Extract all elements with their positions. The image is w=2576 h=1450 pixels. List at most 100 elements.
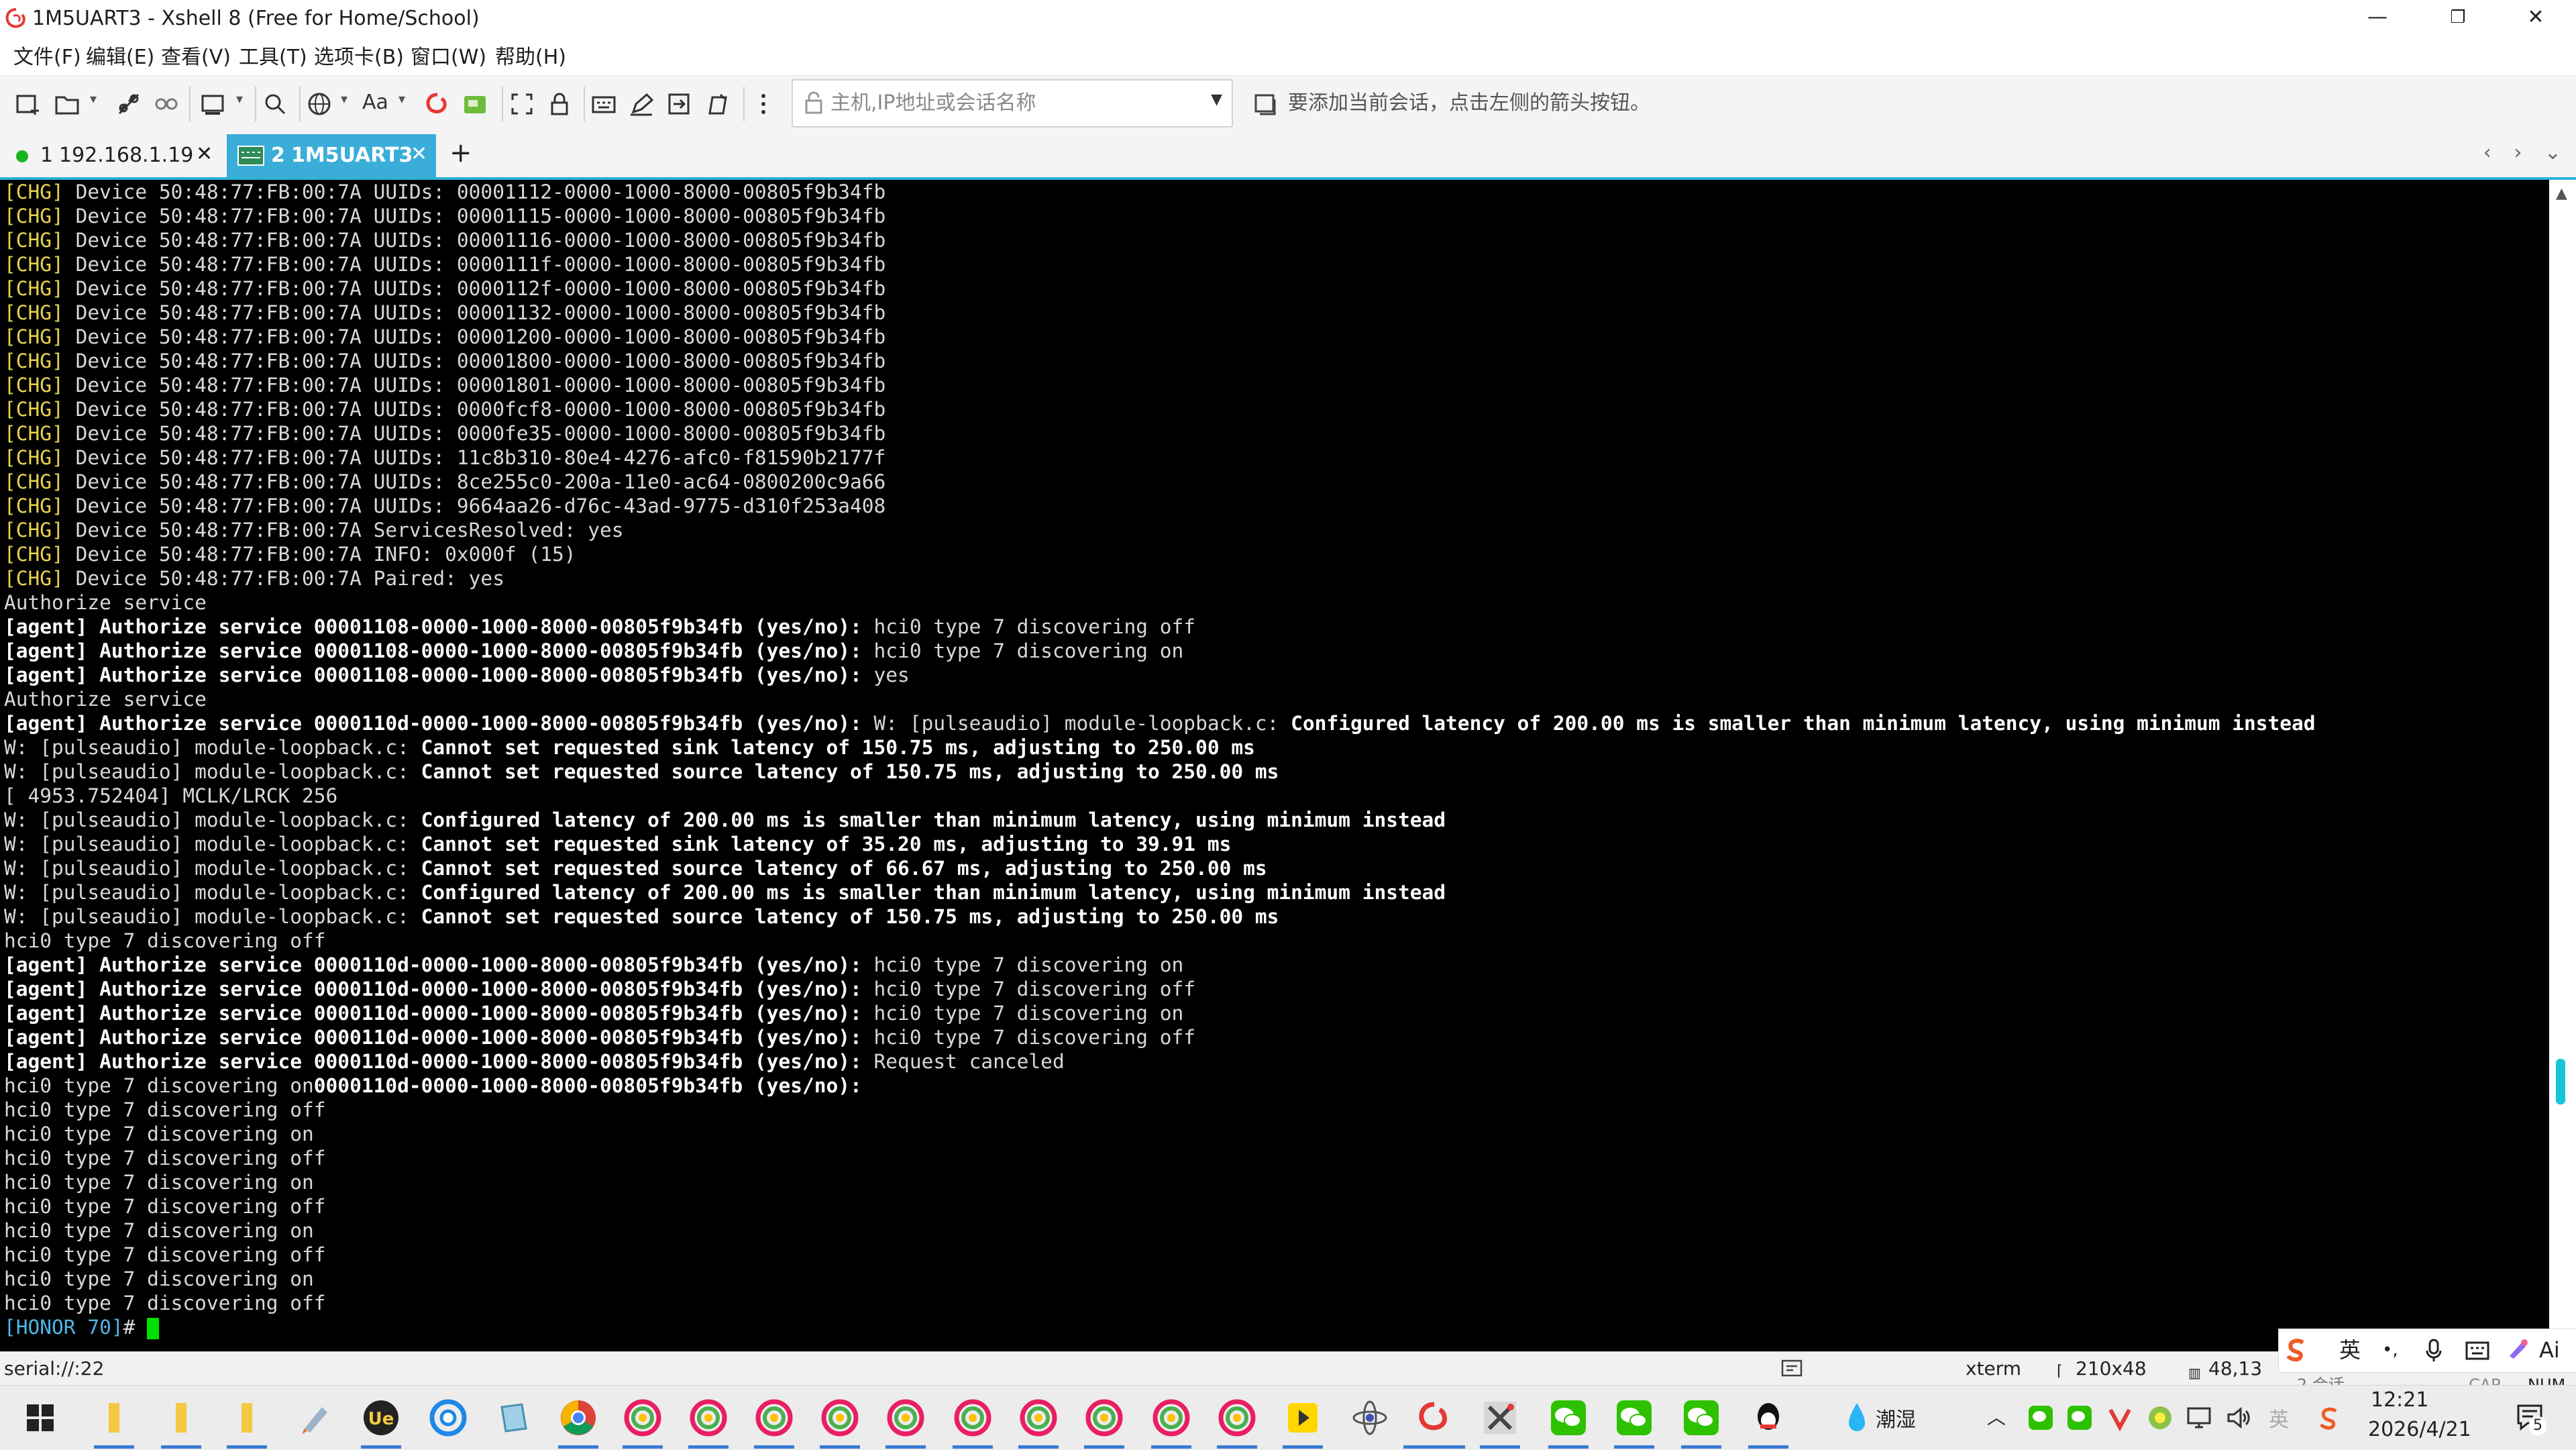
tab-2-close-icon[interactable]: ✕: [411, 141, 427, 168]
app-colorful-icon-4[interactable]: [820, 1398, 860, 1438]
skin-icon[interactable]: [2504, 1336, 2531, 1363]
compose-icon[interactable]: [627, 89, 656, 119]
wechat-icon-3[interactable]: [1681, 1398, 1721, 1438]
new-window-icon[interactable]: [199, 89, 228, 119]
menu-help[interactable]: 帮助(H): [495, 44, 566, 71]
app-rocket-icon[interactable]: [295, 1398, 335, 1438]
show-hidden-icons-icon[interactable]: ︿: [1987, 1403, 2006, 1430]
add-session-arrow-icon[interactable]: [1252, 89, 1281, 118]
tray-input-language[interactable]: 英: [2269, 1403, 2289, 1433]
ime-punctuation[interactable]: •,: [2382, 1336, 2398, 1364]
address-bar[interactable]: 主机,IP地址或会话名称 ▼: [792, 79, 1233, 127]
clock-time[interactable]: 12:21: [2371, 1388, 2428, 1412]
windows-start-icon[interactable]: [20, 1398, 60, 1438]
weather-humidity-icon[interactable]: [1843, 1398, 1870, 1438]
menu-file[interactable]: 文件(F): [13, 44, 81, 71]
tab-1-close-icon[interactable]: ✕: [196, 141, 213, 168]
more-options-icon[interactable]: [758, 89, 769, 119]
menu-tabs[interactable]: 选项卡(B): [314, 44, 404, 71]
wechat-icon-1[interactable]: [1548, 1398, 1589, 1438]
volume-icon[interactable]: [2224, 1404, 2251, 1431]
app-colorful-icon-6[interactable]: [953, 1398, 993, 1438]
transfer-icon[interactable]: [664, 89, 694, 119]
sogou-logo-icon[interactable]: [2283, 1336, 2310, 1363]
tab-session-2[interactable]: 2 1M5UART3 ✕: [227, 134, 436, 177]
network-icon[interactable]: [2186, 1404, 2212, 1431]
app-colorful-icon-2[interactable]: [688, 1398, 729, 1438]
app-colorful-icon-3[interactable]: [754, 1398, 794, 1438]
tab-session-1[interactable]: 1 192.168.1.19 ✕: [0, 134, 221, 177]
terminal-line: W: [pulseaudio] module-loopback.c: Canno…: [4, 905, 1279, 928]
encoding-dropdown-icon[interactable]: ▾: [341, 91, 347, 107]
tab-navigation-arrows[interactable]: ‹ › ⌄: [2483, 141, 2569, 164]
clock-date[interactable]: 2026/4/21: [2368, 1418, 2471, 1441]
file-explorer-icon-1[interactable]: [94, 1398, 134, 1438]
lock-icon[interactable]: [545, 89, 574, 119]
shell-prompt: [HONOR 70]: [4, 1316, 123, 1339]
new-session-icon[interactable]: [13, 89, 43, 119]
terminal-line: [CHG] Device 50:48:77:FB:00:7A UUIDs: 00…: [4, 398, 886, 421]
app-colorful-icon-5[interactable]: [885, 1398, 926, 1438]
session-info-icon[interactable]: [1780, 1357, 1803, 1380]
tray-security-icon[interactable]: [2147, 1404, 2174, 1431]
microphone-icon[interactable]: [2424, 1337, 2444, 1364]
tray-sogou-icon[interactable]: [2316, 1404, 2343, 1431]
xshell-logo-button-icon[interactable]: [423, 89, 452, 119]
add-tab-button[interactable]: +: [449, 138, 472, 168]
app-colorful-icon-7[interactable]: [1018, 1398, 1059, 1438]
ime-mode[interactable]: 英: [2339, 1336, 2361, 1364]
disconnect-icon[interactable]: [114, 89, 144, 119]
chrome-icon[interactable]: [558, 1398, 598, 1438]
globe-icon[interactable]: [305, 89, 334, 119]
tools-icon[interactable]: [1480, 1398, 1520, 1438]
media-player-icon[interactable]: [1283, 1398, 1323, 1438]
menu-edit[interactable]: 编辑(E): [86, 44, 154, 71]
wechat-icon-2[interactable]: [1614, 1398, 1654, 1438]
keyboard-icon[interactable]: [589, 89, 619, 119]
terminal-line: [CHG] Device 50:48:77:FB:00:7A Paired: y…: [4, 567, 504, 590]
file-explorer-icon-2[interactable]: [161, 1398, 201, 1438]
app-colorful-icon-8[interactable]: [1084, 1398, 1124, 1438]
scroll-up-icon[interactable]: ▲: [2556, 185, 2567, 202]
menu-view[interactable]: 查看(V): [161, 44, 231, 71]
terminal-tab-icon: [237, 146, 264, 166]
script-icon[interactable]: [702, 89, 731, 119]
font-button[interactable]: Aa: [362, 88, 388, 117]
address-dropdown-icon[interactable]: ▼: [1211, 91, 1222, 108]
find-icon[interactable]: [260, 89, 290, 119]
font-dropdown-icon[interactable]: ▾: [398, 91, 405, 107]
ue-icon[interactable]: Ue: [361, 1398, 401, 1438]
tray-wechat-icon-1[interactable]: [2027, 1404, 2054, 1431]
open-folder-icon[interactable]: [52, 89, 82, 119]
terminal-prompt-line[interactable]: [HONOR 70]#: [4, 1315, 2316, 1339]
xshell-taskbar-icon[interactable]: [1414, 1398, 1454, 1438]
restore-button[interactable]: ❐: [2418, 0, 2498, 38]
terminal-scrollbar[interactable]: ▲: [2549, 180, 2576, 1351]
reconnect-icon[interactable]: [152, 89, 181, 119]
weather-text[interactable]: 潮湿: [1876, 1403, 1916, 1433]
open-dropdown-icon[interactable]: ▾: [90, 91, 97, 107]
qq-icon[interactable]: [1748, 1398, 1788, 1438]
ime-keyboard-icon[interactable]: [2464, 1337, 2491, 1364]
app-colorful-icon-1[interactable]: [623, 1398, 663, 1438]
app-notepad-icon[interactable]: [494, 1398, 534, 1438]
ime-ai-button[interactable]: Ai: [2539, 1336, 2560, 1364]
terminal-line: hci0 type 7 discovering on: [4, 1123, 314, 1145]
minimize-button[interactable]: —: [2337, 0, 2418, 38]
window-dropdown-icon[interactable]: ▾: [236, 91, 243, 107]
tray-app-icon[interactable]: [2106, 1404, 2133, 1431]
terminal-line: hci0 type 7 discovering off: [4, 1098, 326, 1121]
fullscreen-icon[interactable]: [507, 89, 537, 119]
app-colorful-icon-9[interactable]: [1151, 1398, 1191, 1438]
menu-tools[interactable]: 工具(T): [239, 44, 307, 71]
scrollbar-thumb[interactable]: [2556, 1059, 2565, 1104]
xftp-icon[interactable]: [460, 89, 490, 119]
close-button[interactable]: ✕: [2496, 0, 2576, 38]
file-explorer-icon-3[interactable]: [227, 1398, 267, 1438]
terminal-output[interactable]: [CHG] Device 50:48:77:FB:00:7A UUIDs: 00…: [0, 180, 2549, 1351]
tray-wechat-icon-2[interactable]: [2066, 1404, 2093, 1431]
menu-window[interactable]: 窗口(W): [411, 44, 486, 71]
app-swirl-icon[interactable]: [428, 1398, 468, 1438]
app-colorful-icon-10[interactable]: [1217, 1398, 1257, 1438]
app-atom-icon[interactable]: [1350, 1398, 1390, 1438]
